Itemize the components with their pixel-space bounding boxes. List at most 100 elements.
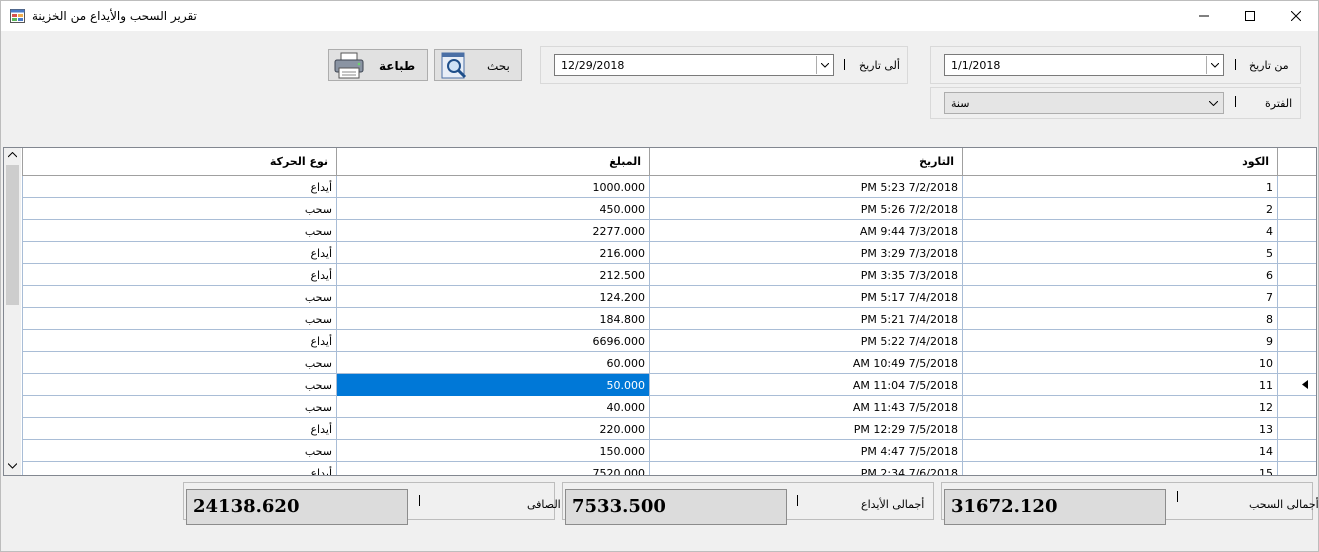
table-row[interactable]: أيداع 212.500 7/3/2018 3:35 PM 6: [22, 264, 1316, 286]
to-date-picker[interactable]: 12/29/2018: [554, 54, 834, 76]
cell-amount[interactable]: 212.500: [336, 264, 649, 286]
cell-amount[interactable]: 2277.000: [336, 220, 649, 242]
cell-type[interactable]: سحب: [22, 286, 336, 308]
chevron-down-icon[interactable]: [1206, 56, 1222, 74]
minimize-button[interactable]: [1181, 1, 1227, 31]
row-header[interactable]: [1277, 242, 1316, 264]
cell-amount[interactable]: 7520.000: [336, 462, 649, 475]
cell-date[interactable]: 7/6/2018 2:34 PM: [649, 462, 962, 475]
cell-code[interactable]: 8: [962, 308, 1277, 330]
cell-type[interactable]: أيداع: [22, 264, 336, 286]
cell-type[interactable]: أيداع: [22, 330, 336, 352]
row-header[interactable]: [1277, 418, 1316, 440]
cell-type[interactable]: أيداع: [22, 462, 336, 475]
cell-amount[interactable]: 50.000: [336, 374, 649, 396]
table-row[interactable]: سحب 124.200 7/4/2018 5:17 PM 7: [22, 286, 1316, 308]
column-header-type[interactable]: نوع الحركة: [22, 148, 336, 176]
cell-date[interactable]: 7/5/2018 4:47 PM: [649, 440, 962, 462]
cell-type[interactable]: سحب: [22, 308, 336, 330]
search-button[interactable]: بحث: [434, 49, 522, 81]
cell-amount[interactable]: 40.000: [336, 396, 649, 418]
cell-date[interactable]: 7/3/2018 3:35 PM: [649, 264, 962, 286]
cell-type[interactable]: سحب: [22, 198, 336, 220]
cell-amount[interactable]: 6696.000: [336, 330, 649, 352]
column-header-code[interactable]: الكود: [962, 148, 1277, 176]
cell-date[interactable]: 7/2/2018 5:26 PM: [649, 198, 962, 220]
cell-date[interactable]: 7/4/2018 5:21 PM: [649, 308, 962, 330]
table-row[interactable]: سحب 50.000 7/5/2018 11:04 AM 11: [22, 374, 1316, 396]
table-row[interactable]: أيداع 220.000 7/5/2018 12:29 PM 13: [22, 418, 1316, 440]
cell-date[interactable]: 7/3/2018 9:44 AM: [649, 220, 962, 242]
cell-type[interactable]: سحب: [22, 220, 336, 242]
row-header[interactable]: [1277, 330, 1316, 352]
print-button[interactable]: طباعة: [328, 49, 428, 81]
cell-type[interactable]: أيداع: [22, 176, 336, 198]
scroll-up-icon[interactable]: [8, 152, 17, 158]
cell-date[interactable]: 7/5/2018 11:43 AM: [649, 396, 962, 418]
table-row[interactable]: سحب 150.000 7/5/2018 4:47 PM 14: [22, 440, 1316, 462]
chevron-down-icon[interactable]: [1206, 96, 1220, 110]
table-row[interactable]: سحب 60.000 7/5/2018 10:49 AM 10: [22, 352, 1316, 374]
cell-code[interactable]: 11: [962, 374, 1277, 396]
table-row[interactable]: سحب 2277.000 7/3/2018 9:44 AM 4: [22, 220, 1316, 242]
cell-date[interactable]: 7/4/2018 5:17 PM: [649, 286, 962, 308]
cell-type[interactable]: سحب: [22, 396, 336, 418]
cell-amount[interactable]: 184.800: [336, 308, 649, 330]
row-header[interactable]: [1277, 220, 1316, 242]
cell-date[interactable]: 7/5/2018 12:29 PM: [649, 418, 962, 440]
chevron-down-icon[interactable]: [816, 56, 832, 74]
scroll-down-icon[interactable]: [8, 463, 17, 469]
table-row[interactable]: أيداع 216.000 7/3/2018 3:29 PM 5: [22, 242, 1316, 264]
column-header-amount[interactable]: المبلغ: [336, 148, 649, 176]
vertical-scrollbar[interactable]: [4, 148, 21, 475]
cell-amount[interactable]: 1000.000: [336, 176, 649, 198]
cell-date[interactable]: 7/2/2018 5:23 PM: [649, 176, 962, 198]
row-header[interactable]: [1277, 352, 1316, 374]
row-header[interactable]: [1277, 396, 1316, 418]
table-row[interactable]: سحب 184.800 7/4/2018 5:21 PM 8: [22, 308, 1316, 330]
cell-date[interactable]: 7/5/2018 11:04 AM: [649, 374, 962, 396]
cell-amount[interactable]: 450.000: [336, 198, 649, 220]
cell-type[interactable]: سحب: [22, 374, 336, 396]
cell-amount[interactable]: 220.000: [336, 418, 649, 440]
cell-code[interactable]: 2: [962, 198, 1277, 220]
table-row[interactable]: أيداع 6696.000 7/4/2018 5:22 PM 9: [22, 330, 1316, 352]
cell-type[interactable]: أيداع: [22, 418, 336, 440]
cell-code[interactable]: 4: [962, 220, 1277, 242]
cell-amount[interactable]: 60.000: [336, 352, 649, 374]
cell-type[interactable]: أيداع: [22, 242, 336, 264]
period-select[interactable]: سنة: [944, 92, 1224, 114]
table-row[interactable]: سحب 40.000 7/5/2018 11:43 AM 12: [22, 396, 1316, 418]
cell-date[interactable]: 7/4/2018 5:22 PM: [649, 330, 962, 352]
row-header[interactable]: [1277, 198, 1316, 220]
cell-code[interactable]: 15: [962, 462, 1277, 475]
cell-code[interactable]: 7: [962, 286, 1277, 308]
cell-date[interactable]: 7/5/2018 10:49 AM: [649, 352, 962, 374]
row-header[interactable]: [1277, 462, 1316, 475]
row-header[interactable]: [1277, 176, 1316, 198]
transactions-grid[interactable]: نوع الحركة المبلغ التاريخ الكود أيداع 100…: [3, 147, 1317, 476]
cell-amount[interactable]: 150.000: [336, 440, 649, 462]
cell-code[interactable]: 12: [962, 396, 1277, 418]
from-date-picker[interactable]: 1/1/2018: [944, 54, 1224, 76]
row-header[interactable]: [1277, 264, 1316, 286]
cell-code[interactable]: 5: [962, 242, 1277, 264]
cell-type[interactable]: سحب: [22, 440, 336, 462]
cell-code[interactable]: 13: [962, 418, 1277, 440]
table-row[interactable]: أيداع 1000.000 7/2/2018 5:23 PM 1: [22, 176, 1316, 198]
close-button[interactable]: [1273, 1, 1319, 31]
cell-amount[interactable]: 216.000: [336, 242, 649, 264]
cell-type[interactable]: سحب: [22, 352, 336, 374]
row-header[interactable]: [1277, 286, 1316, 308]
column-header-date[interactable]: التاريخ: [649, 148, 962, 176]
cell-code[interactable]: 14: [962, 440, 1277, 462]
cell-code[interactable]: 10: [962, 352, 1277, 374]
table-row[interactable]: سحب 450.000 7/2/2018 5:26 PM 2: [22, 198, 1316, 220]
maximize-button[interactable]: [1227, 1, 1273, 31]
table-row[interactable]: أيداع 7520.000 7/6/2018 2:34 PM 15: [22, 462, 1316, 475]
cell-code[interactable]: 1: [962, 176, 1277, 198]
cell-code[interactable]: 9: [962, 330, 1277, 352]
cell-date[interactable]: 7/3/2018 3:29 PM: [649, 242, 962, 264]
cell-code[interactable]: 6: [962, 264, 1277, 286]
scroll-thumb[interactable]: [6, 165, 19, 305]
